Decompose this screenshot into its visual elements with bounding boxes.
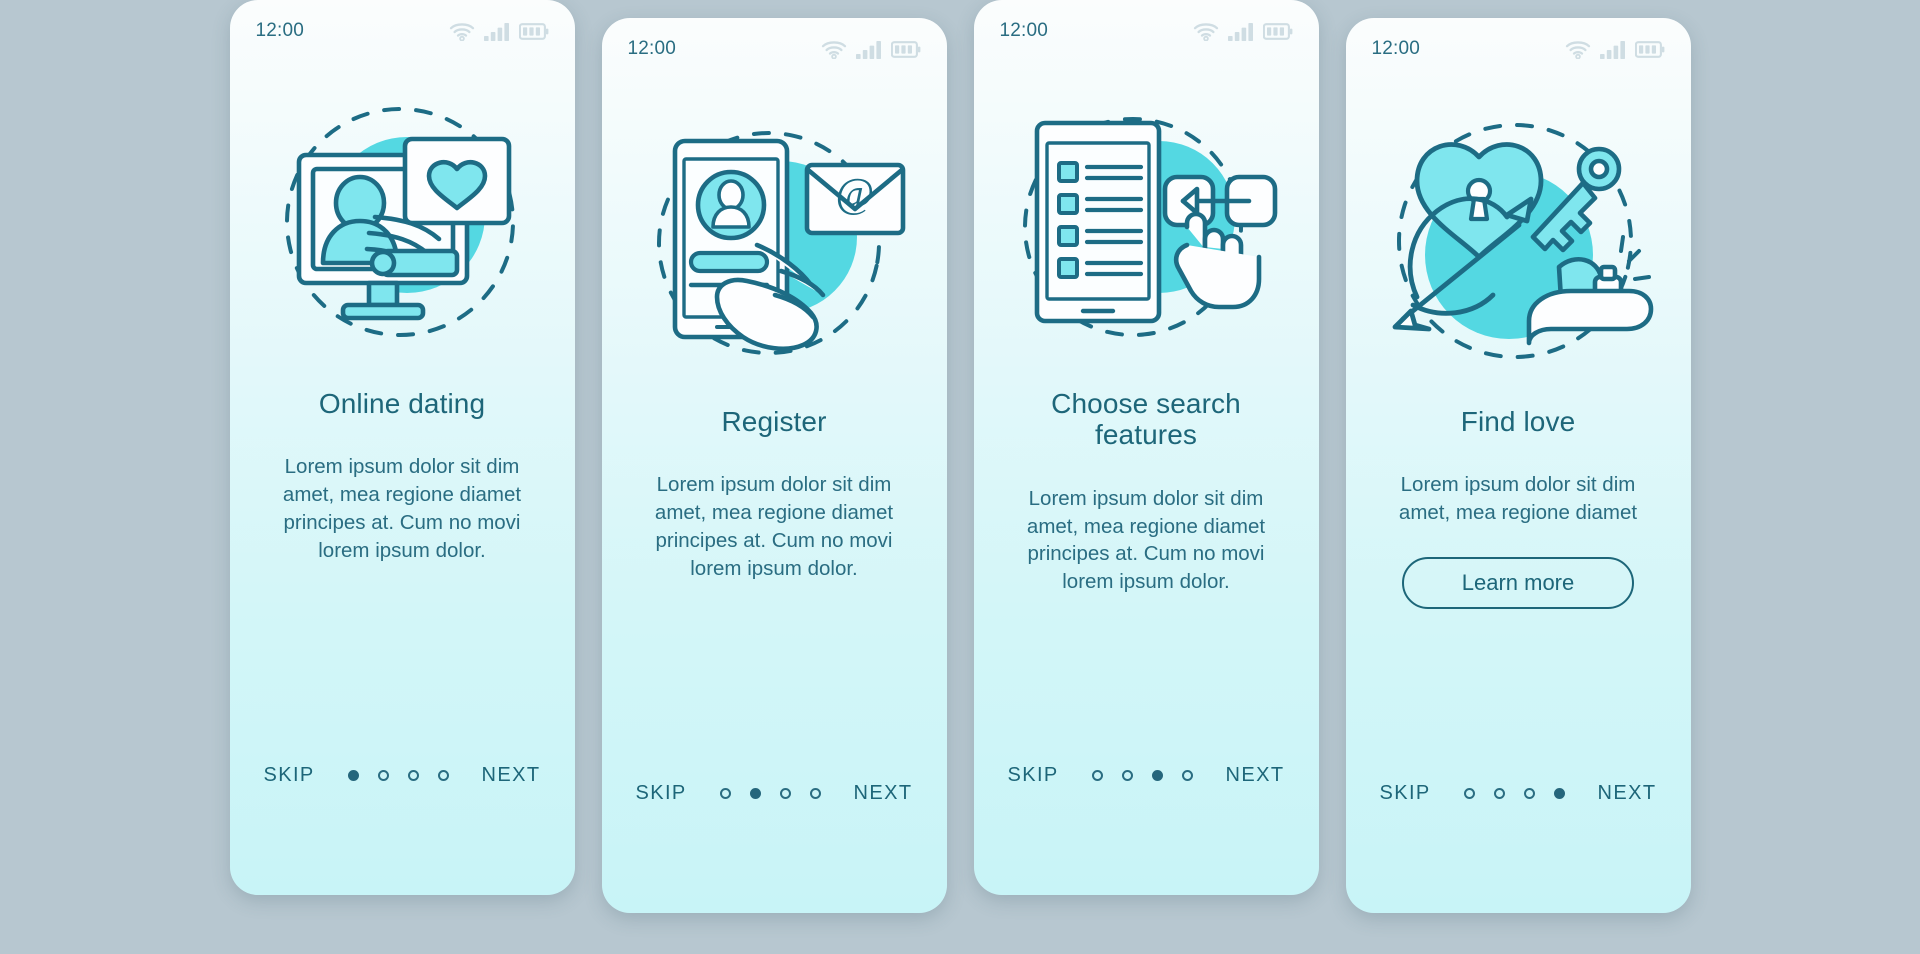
status-icons [1565,40,1665,59]
next-button[interactable]: NEXT [482,764,541,787]
status-icons [1193,22,1293,41]
pagination-dot-4[interactable] [1181,770,1193,781]
pagination-dot-1[interactable] [1091,770,1103,781]
skip-button[interactable]: SKIP [636,782,687,805]
text-content: Online dating Lorem ipsum dolor sit dim … [230,388,575,565]
status-icons [821,40,921,59]
screen-body: Lorem ipsum dolor sit dim amet, mea regi… [1026,486,1266,594]
wifi-icon [1565,40,1590,59]
pagination-dot-2[interactable] [377,770,389,781]
wifi-icon [1193,22,1218,41]
status-time: 12:00 [999,20,1049,41]
illustration-area [230,72,575,372]
pagination-dot-2[interactable] [1121,770,1133,781]
pagination-dots [719,788,821,799]
pagination-dot-4[interactable] [437,770,449,781]
onboarding-screens-stage: 12:00 Online dating Lorem ipsum dolor si… [0,0,1920,954]
battery-icon [890,40,920,58]
text-content: Register Lorem ipsum dolor sit dim amet,… [602,406,947,583]
pagination-dots [347,770,449,781]
status-bar: 12:00 [974,0,1319,62]
phone-profile-email-illustration: @ [657,131,906,355]
status-bar: 12:00 [1346,18,1691,80]
pagination-dot-1[interactable] [719,788,731,799]
skip-button[interactable]: SKIP [1008,764,1059,787]
status-bar: 12:00 [602,18,947,80]
status-icons [449,22,549,41]
illustration-area [1346,90,1691,390]
skip-button[interactable]: SKIP [264,764,315,787]
pagination-dots [1463,788,1565,799]
svg-text:@: @ [836,171,875,217]
cellular-signal-icon [483,22,509,41]
learn-more-button[interactable]: Learn more [1402,557,1634,610]
pagination-dot-4[interactable] [1553,788,1565,799]
bottom-nav: SKIP NEXT [230,764,575,787]
text-content: Choose search features Lorem ipsum dolor… [974,388,1319,596]
cellular-signal-icon [855,40,881,59]
phone-card-register: 12:00 @ Register Lorem ipsum dolor sit d… [601,18,947,913]
heart-lock-key-bow-arrow-illustration [1392,123,1654,359]
illustration-area: @ [602,90,947,390]
phone-card-find-love: 12:00 Find love Lorem ipsum dolor sit di… [1345,18,1691,913]
screen-body: Lorem ipsum dolor sit dim amet, mea regi… [1398,473,1638,525]
phone-card-choose-search-features: 12:00 Choose search features Lorem ipsum… [973,0,1319,895]
pagination-dot-3[interactable] [1523,788,1535,799]
pagination-dot-3[interactable] [1151,770,1163,781]
status-time: 12:00 [255,20,305,41]
tablet-checklist-cursor-illustration [1023,117,1278,337]
next-button[interactable]: NEXT [854,782,913,805]
pagination-dot-1[interactable] [347,770,359,781]
next-button[interactable]: NEXT [1598,782,1657,805]
screen-body: Lorem ipsum dolor sit dim amet, mea regi… [282,455,522,562]
status-bar: 12:00 [230,0,575,62]
pagination-dot-2[interactable] [749,788,761,799]
phone-card-row: 12:00 Online dating Lorem ipsum dolor si… [0,0,1920,913]
pagination-dot-3[interactable] [779,788,791,799]
status-time: 12:00 [1371,38,1421,59]
battery-icon [518,22,548,40]
illustration-area [974,72,1319,372]
battery-icon [1634,40,1664,58]
skip-button[interactable]: SKIP [1380,782,1431,805]
pagination-dot-4[interactable] [809,788,821,799]
battery-icon [1262,22,1292,40]
phone-card-online-dating: 12:00 Online dating Lorem ipsum dolor si… [229,0,575,895]
bottom-nav: SKIP NEXT [1346,782,1691,805]
next-button[interactable]: NEXT [1226,764,1285,787]
bottom-nav: SKIP NEXT [974,764,1319,787]
screen-title: Register [721,406,827,437]
cta-row: Learn more [1372,557,1665,610]
screen-body: Lorem ipsum dolor sit dim amet, mea regi… [654,473,894,580]
pagination-dots [1091,770,1193,781]
text-content: Find love Lorem ipsum dolor sit dim amet… [1346,406,1691,610]
bottom-nav: SKIP NEXT [602,782,947,805]
pagination-dot-2[interactable] [1493,788,1505,799]
screen-title: Online dating [318,388,486,419]
cellular-signal-icon [1599,40,1625,59]
pagination-dot-1[interactable] [1463,788,1475,799]
desktop-monitor-heart-illustration [285,107,515,337]
wifi-icon [449,22,474,41]
cellular-signal-icon [1227,22,1253,41]
pagination-dot-3[interactable] [407,770,419,781]
screen-title: Choose search features [1051,388,1241,451]
wifi-icon [821,40,846,59]
status-time: 12:00 [627,38,677,59]
screen-title: Find love [1460,406,1576,437]
